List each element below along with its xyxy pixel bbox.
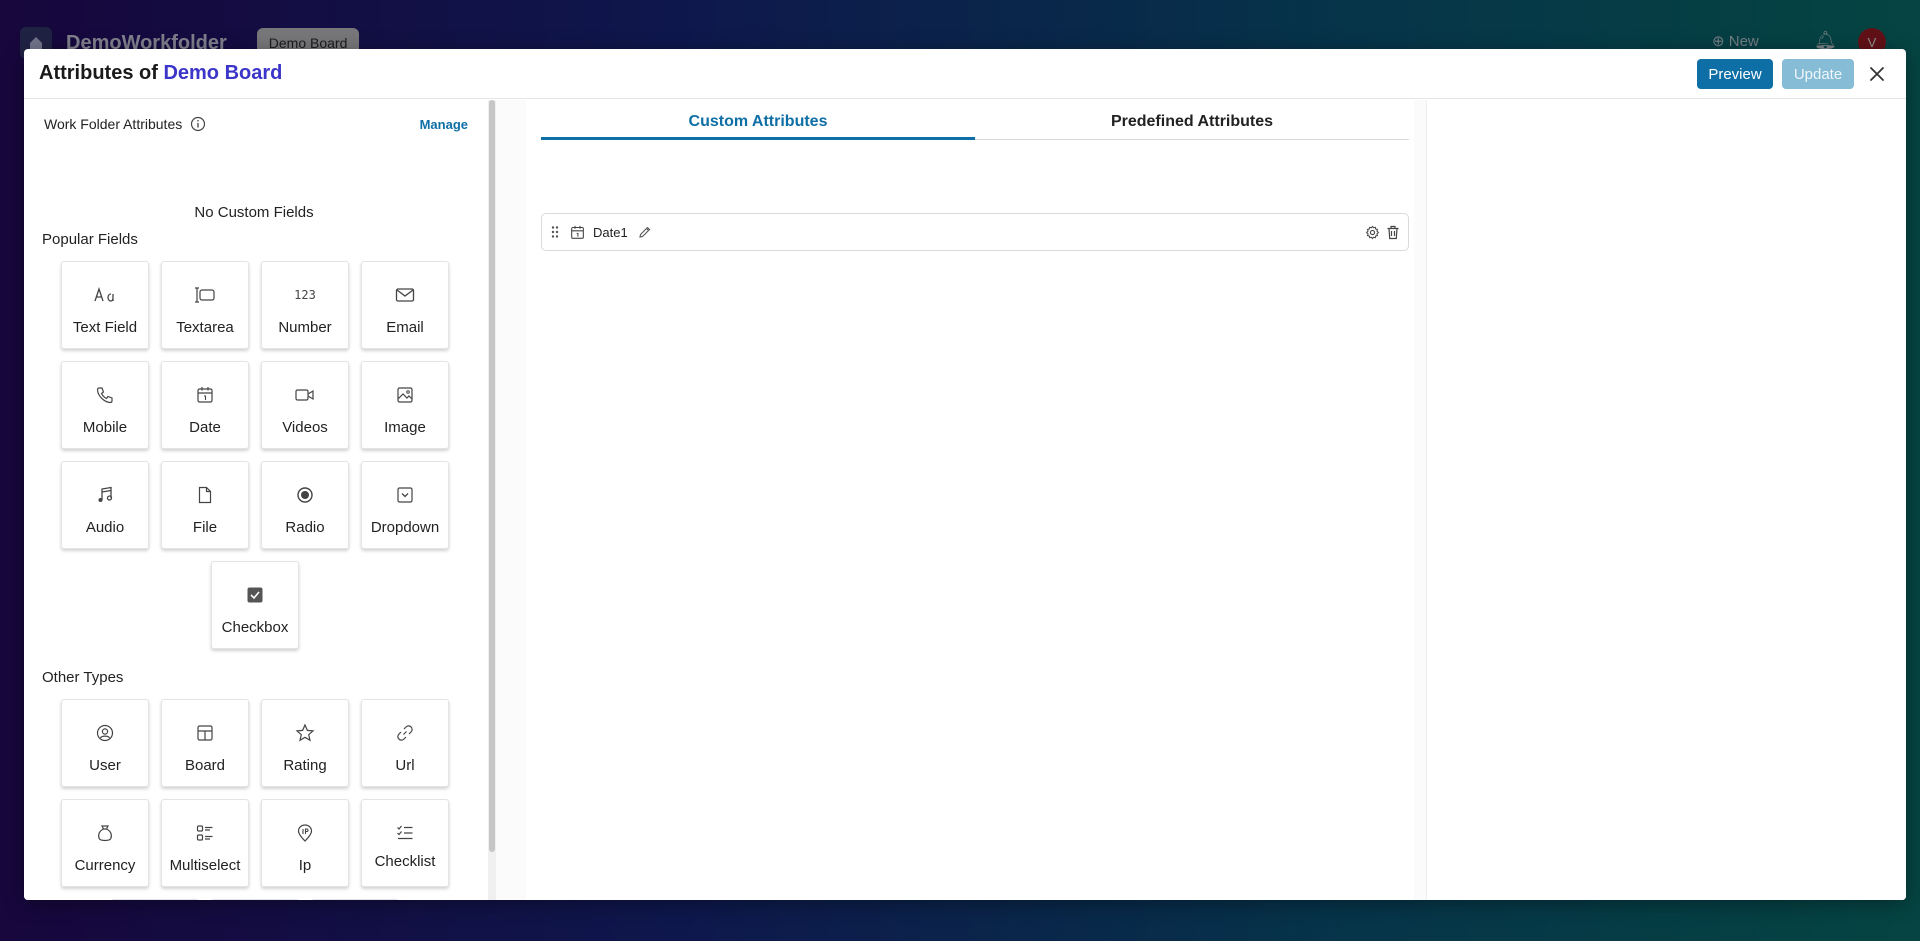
link-icon xyxy=(396,722,414,744)
edit-pencil-icon[interactable] xyxy=(638,225,652,239)
image-icon xyxy=(396,384,414,406)
left-panel-scrollbar[interactable] xyxy=(488,100,496,900)
modal-title: Attributes of Demo Board xyxy=(39,62,283,84)
scrollbar-thumb[interactable] xyxy=(489,100,495,852)
field-tile-ip[interactable]: Ip xyxy=(261,799,349,887)
attributes-workspace: Custom Attributes Predefined Attributes … xyxy=(496,100,1906,900)
field-tile-date[interactable]: Date xyxy=(161,361,249,449)
field-tile-text-field[interactable]: Text Field xyxy=(61,261,149,349)
field-tile-videos[interactable]: Videos xyxy=(261,361,349,449)
drag-handle-icon[interactable] xyxy=(550,225,560,239)
modal-title-board: Demo Board xyxy=(163,62,283,84)
attribute-row[interactable]: Date1 xyxy=(541,213,1409,251)
attribute-name: Date1 xyxy=(593,224,628,240)
attribute-tabs: Custom Attributes Predefined Attributes xyxy=(541,100,1409,140)
email-icon xyxy=(395,284,415,306)
user-icon xyxy=(96,722,114,744)
field-tile-url[interactable]: Url xyxy=(361,699,449,787)
attribute-actions xyxy=(1365,225,1400,240)
field-tile-dropdown[interactable]: Dropdown xyxy=(361,461,449,549)
field-tile-rating[interactable]: Rating xyxy=(261,699,349,787)
board-icon xyxy=(196,722,214,744)
multiselect-icon xyxy=(196,822,214,844)
field-palette: Work Folder Attributes Manage No Custom … xyxy=(24,100,488,900)
field-tile-flag[interactable] xyxy=(211,899,299,900)
calendar-icon xyxy=(196,384,214,406)
close-button[interactable] xyxy=(1864,61,1890,87)
checklist-icon xyxy=(396,822,414,844)
text-field-icon xyxy=(94,284,116,306)
video-icon xyxy=(294,384,316,406)
field-tile-file[interactable]: File xyxy=(161,461,249,549)
other-types-title: Other Types xyxy=(42,669,124,686)
field-tile-currency[interactable]: Currency xyxy=(61,799,149,887)
money-bag-icon xyxy=(96,822,114,844)
number-icon: 123 xyxy=(294,288,316,302)
radio-icon xyxy=(296,484,314,506)
file-icon xyxy=(197,484,213,506)
attributes-panel: Custom Attributes Predefined Attributes … xyxy=(526,100,1414,900)
close-icon xyxy=(1870,67,1884,81)
modal-header: Attributes of Demo Board Preview Update xyxy=(24,49,1906,99)
checkbox-icon xyxy=(246,584,264,606)
textarea-icon xyxy=(194,284,216,306)
work-folder-attributes-row: Work Folder Attributes Manage xyxy=(44,116,468,132)
field-tile-checklist[interactable]: Checklist xyxy=(361,799,449,887)
field-tile-multiselect[interactable]: Multiselect xyxy=(161,799,249,887)
star-icon xyxy=(295,722,315,744)
field-tile-hand-pointer[interactable] xyxy=(111,899,199,900)
music-icon xyxy=(96,484,114,506)
calendar-icon xyxy=(570,225,585,240)
field-tile-location[interactable] xyxy=(311,899,399,900)
attributes-modal: Attributes of Demo Board Preview Update … xyxy=(24,49,1906,900)
field-tile-audio[interactable]: Audio xyxy=(61,461,149,549)
phone-icon xyxy=(96,384,114,406)
trash-icon[interactable] xyxy=(1386,225,1400,240)
field-tile-image[interactable]: Image xyxy=(361,361,449,449)
info-icon[interactable] xyxy=(190,116,206,132)
field-tile-radio[interactable]: Radio xyxy=(261,461,349,549)
field-tile-user[interactable]: User xyxy=(61,699,149,787)
field-tile-email[interactable]: Email xyxy=(361,261,449,349)
no-custom-fields-text: No Custom Fields xyxy=(194,204,314,221)
field-tile-board[interactable]: Board xyxy=(161,699,249,787)
field-tile-number[interactable]: 123 Number xyxy=(261,261,349,349)
dropdown-icon xyxy=(396,484,414,506)
field-tile-checkbox[interactable]: Checkbox xyxy=(211,561,299,649)
manage-link[interactable]: Manage xyxy=(420,117,468,132)
active-tab-indicator xyxy=(541,137,975,140)
popular-fields-title: Popular Fields xyxy=(42,231,138,248)
field-tile-textarea[interactable]: Textarea xyxy=(161,261,249,349)
field-tile-mobile[interactable]: Mobile xyxy=(61,361,149,449)
ip-icon xyxy=(296,822,314,844)
tab-predefined-attributes[interactable]: Predefined Attributes xyxy=(975,113,1409,131)
work-folder-attributes-label: Work Folder Attributes xyxy=(44,116,183,132)
gear-icon[interactable] xyxy=(1365,225,1380,240)
preview-button[interactable]: Preview xyxy=(1697,59,1773,89)
tab-custom-attributes[interactable]: Custom Attributes xyxy=(541,113,975,131)
update-button[interactable]: Update xyxy=(1782,59,1854,89)
attribute-settings-panel xyxy=(1426,100,1906,900)
